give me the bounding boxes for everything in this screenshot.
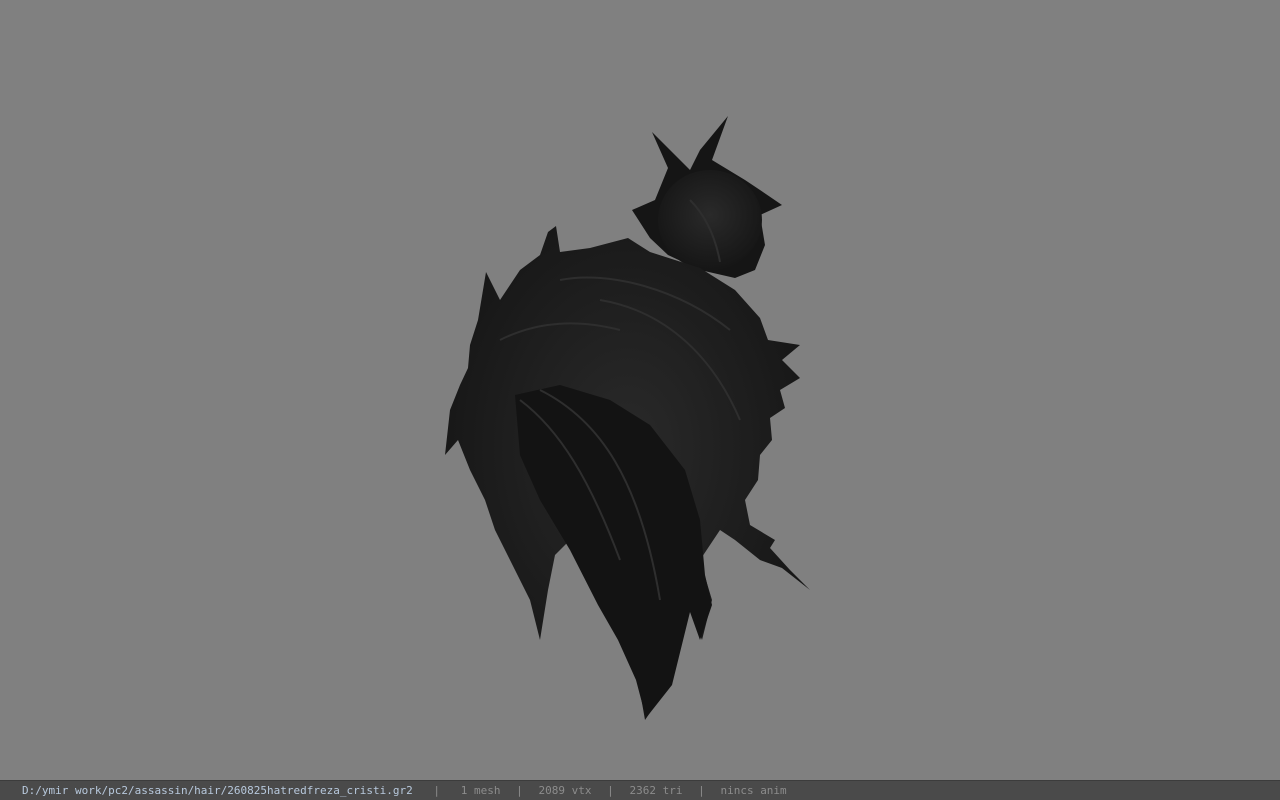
status-separator: |	[698, 784, 705, 797]
status-separator: |	[516, 784, 523, 797]
3d-viewport[interactable]	[0, 0, 1280, 780]
mesh-count-label: 1 mesh	[460, 784, 501, 797]
hair-model[interactable]	[0, 0, 1280, 780]
status-separator: |	[433, 784, 441, 797]
vertex-count-label: 2089 vtx	[538, 784, 592, 797]
file-path-label: D:/ymir work/pc2/assassin/hair/260825hat…	[22, 784, 413, 797]
hair-bun	[658, 170, 762, 270]
triangle-count-label: 2362 tri	[629, 784, 683, 797]
status-separator: |	[607, 784, 614, 797]
status-bar: D:/ymir work/pc2/assassin/hair/260825hat…	[0, 780, 1280, 800]
animation-status-label: nincs anim	[720, 784, 787, 797]
